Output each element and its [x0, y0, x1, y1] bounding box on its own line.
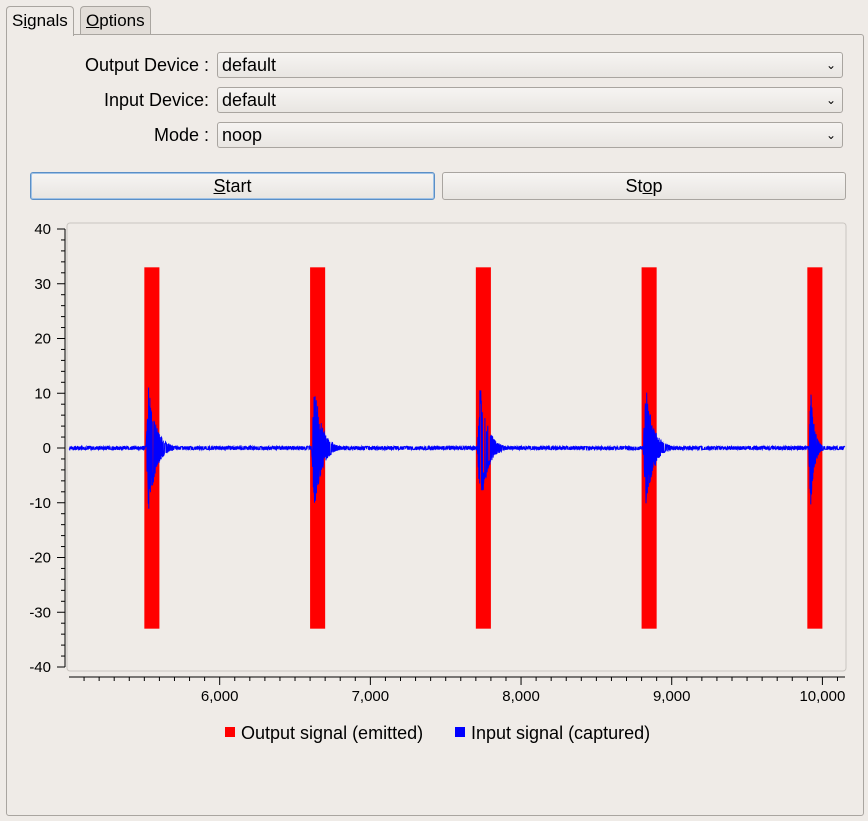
chart-legend: Output signal (emitted) Input signal (ca…: [7, 723, 863, 745]
y-tick-label: -40: [29, 659, 51, 676]
input-device-select[interactable]: default ⌄: [217, 87, 843, 113]
y-tick-label: 20: [34, 331, 51, 348]
x-tick-label: 8,000: [502, 688, 540, 705]
legend-swatch-output: [225, 727, 235, 738]
x-tick-label: 10,000: [799, 688, 845, 705]
y-tick-label: 0: [43, 440, 51, 457]
input-device-value: default: [222, 90, 277, 110]
y-tick-label: 30: [34, 276, 51, 293]
y-tick-label: 10: [34, 385, 51, 402]
input-device-label: Input Device:: [103, 90, 209, 110]
mode-value: noop: [222, 125, 263, 145]
y-axis: 40 30 20 10 0 -10 -20 -30 -40: [29, 221, 66, 676]
signal-chart: 40 30 20 10 0 -10 -20 -30 -40 6,000 7,000 8,000 9,0…: [7, 215, 863, 755]
y-tick-label: 40: [34, 221, 51, 238]
chevron-down-icon: ⌄: [825, 128, 836, 142]
legend-item-output: Output signal (emitted): [225, 723, 423, 744]
output-device-select[interactable]: default ⌄: [217, 52, 843, 78]
y-tick-label: -10: [29, 495, 51, 512]
chart-svg: 40 30 20 10 0 -10 -20 -30 -40 6,000 7,000 8,000 9,0…: [29, 221, 847, 705]
mode-label: Mode :: [153, 125, 209, 145]
signals-panel: Output Device : default ⌄ Input Device: …: [6, 34, 864, 816]
tab-options[interactable]: Options: [80, 6, 151, 34]
output-device-label: Output Device :: [84, 55, 209, 75]
legend-swatch-input: [455, 727, 465, 738]
output-device-value: default: [222, 55, 277, 75]
chevron-down-icon: ⌄: [825, 93, 836, 107]
stop-button[interactable]: Stop: [442, 172, 846, 200]
x-axis: 6,000 7,000 8,000 9,000 10,000: [69, 676, 845, 705]
tab-signals[interactable]: Signals: [6, 6, 74, 36]
x-tick-label: 9,000: [653, 688, 691, 705]
x-tick-label: 7,000: [352, 688, 390, 705]
y-tick-label: -20: [29, 550, 51, 567]
mode-select[interactable]: noop ⌄: [217, 122, 843, 148]
legend-item-input: Input signal (captured): [455, 723, 650, 744]
y-tick-label: -30: [29, 604, 51, 621]
chevron-down-icon: ⌄: [825, 58, 836, 72]
x-tick-label: 6,000: [201, 688, 239, 705]
start-button[interactable]: Start: [30, 172, 435, 200]
